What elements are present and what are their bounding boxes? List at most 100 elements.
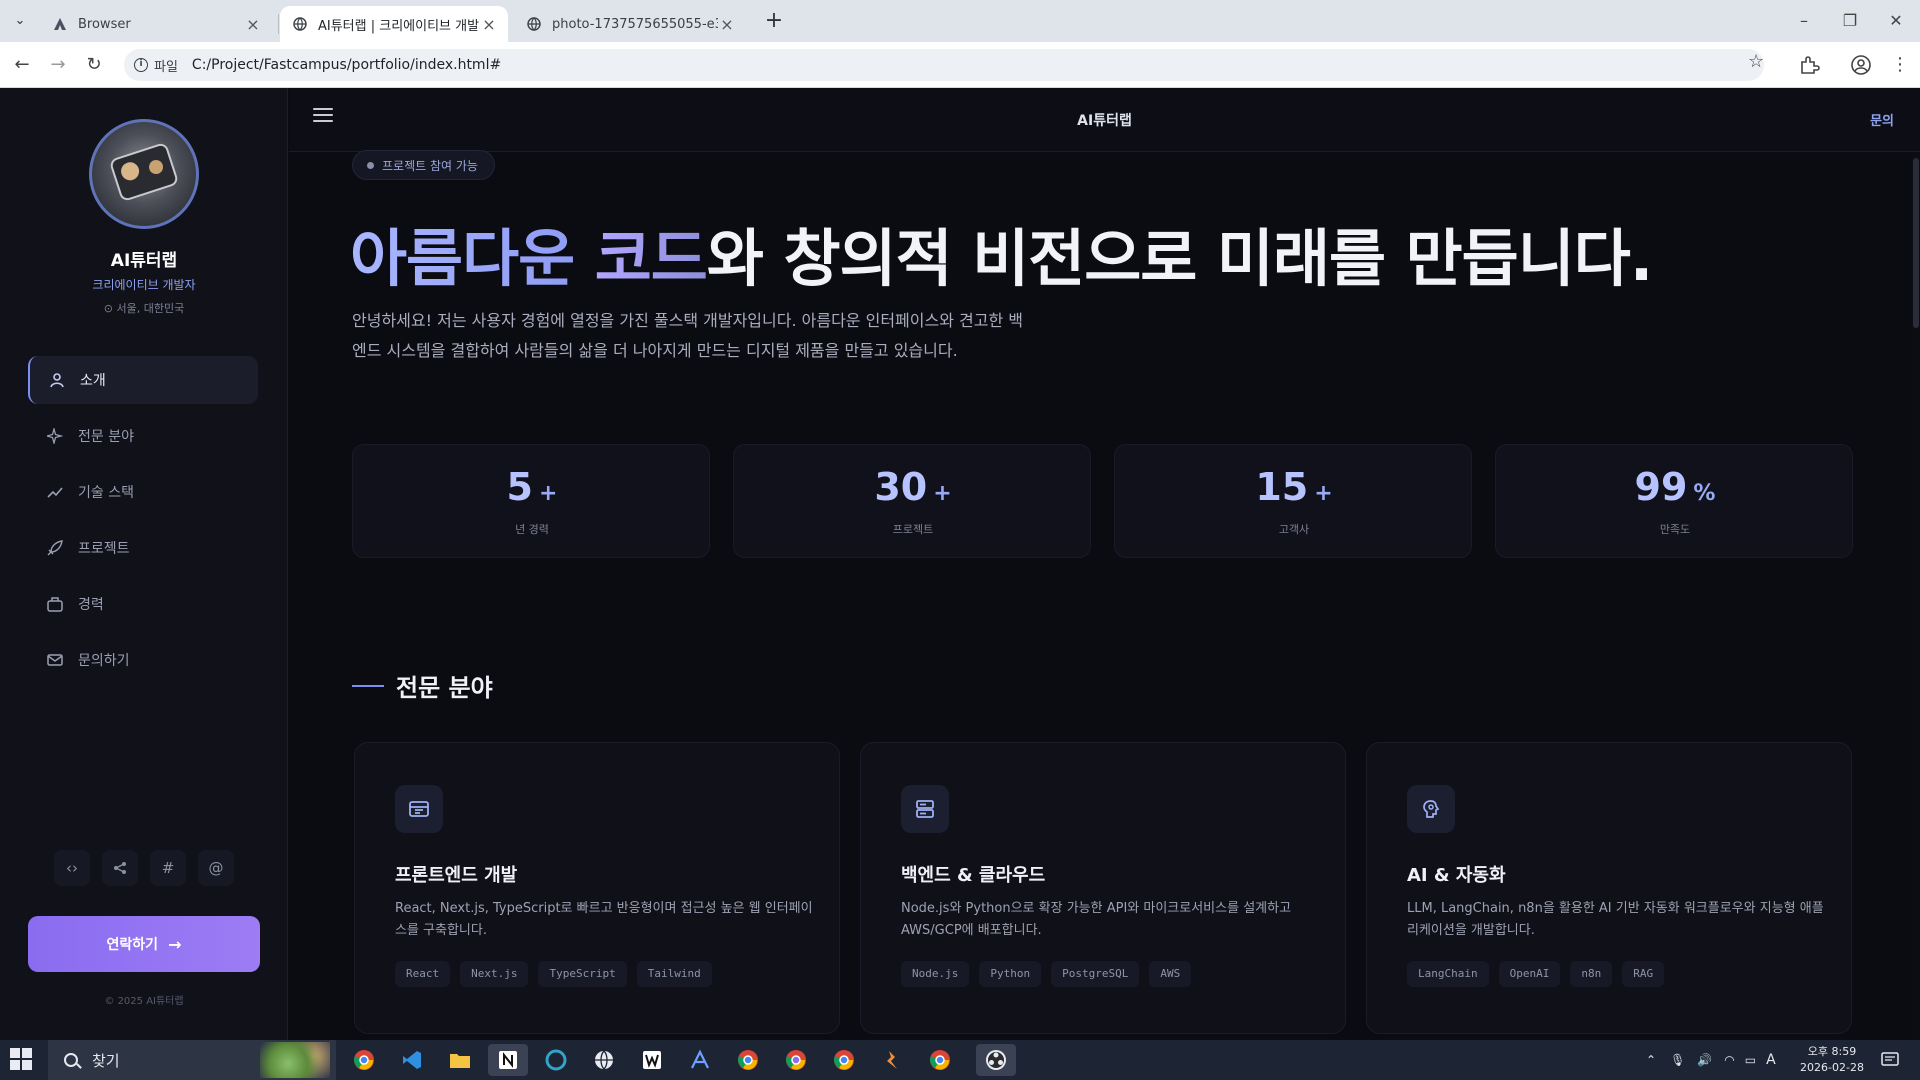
stat-label: 고객사 <box>1278 523 1310 536</box>
stat-label: 년 경력 <box>515 523 549 536</box>
site-info-button[interactable]: i 파일 <box>134 56 178 75</box>
notion-icon[interactable] <box>488 1044 528 1076</box>
globe-icon <box>292 16 308 32</box>
globe-icon <box>526 16 542 32</box>
stat-card-satisfaction: 99% 만족도 <box>1495 444 1853 558</box>
extensions-icon[interactable] <box>1798 54 1820 76</box>
hero-heading: 아름다운 코드와 창의적 비전으로 미래를 만듭니다. <box>350 222 1653 295</box>
reload-icon[interactable]: ↻ <box>80 51 108 79</box>
sidebar-item-contact[interactable]: 문의하기 <box>28 636 258 684</box>
card-title: 프론트엔드 개발 <box>395 865 518 886</box>
stat-value: 5 <box>506 465 533 509</box>
taskbar-clock[interactable]: 오후 8:59 2026-02-28 <box>1792 1044 1872 1076</box>
a-app-icon[interactable] <box>680 1044 720 1076</box>
chrome-icon[interactable] <box>824 1044 864 1076</box>
w-app-icon[interactable] <box>632 1044 672 1076</box>
profile-icon[interactable] <box>1850 54 1872 76</box>
status-dot-icon <box>367 161 374 169</box>
tag: Python <box>979 961 1042 987</box>
profile-name: AI튜터랩 <box>110 251 178 271</box>
expertise-card-ai: AI & 자동화 LLM, LangChain, n8n을 활용한 AI 기반 … <box>1366 742 1852 1034</box>
section-heading-expertise: 전문 분야 <box>352 668 493 703</box>
wifi-icon[interactable]: ◠ <box>1724 1053 1734 1067</box>
tab-portfolio[interactable]: AI튜터랩 | 크리에이티브 개발자 × <box>280 6 508 42</box>
volume-icon[interactable]: 🔊 <box>1697 1053 1712 1067</box>
url-field[interactable]: i 파일 C:/Project/Fastcampus/portfolio/ind… <box>124 49 1764 81</box>
file-explorer-icon[interactable] <box>440 1044 480 1076</box>
display-icon[interactable]: ▭ <box>1745 1053 1756 1067</box>
notification-icon[interactable] <box>1880 1040 1900 1080</box>
tag: TypeScript <box>538 961 627 987</box>
chrome-icon[interactable] <box>344 1044 384 1076</box>
tab-photo[interactable]: photo-1737575655055-e3967... × <box>514 6 746 42</box>
close-tab-icon[interactable]: × <box>480 15 498 34</box>
expertise-card-backend: 백엔드 & 클라우드 Node.js와 Python으로 확장 가능한 API와… <box>860 742 1346 1034</box>
card-description: LLM, LangChain, n8n을 활용한 AI 기반 자동화 워크플로우… <box>1407 901 1824 938</box>
windows-start-icon[interactable] <box>10 1048 34 1072</box>
bookmark-star-icon[interactable]: ☆ <box>1748 51 1764 72</box>
code-icon[interactable]: ‹› <box>54 850 90 886</box>
system-tray: ⌃ 🎙 🔊 ◠ ▭ A <box>1646 1040 1776 1080</box>
tag: Next.js <box>460 961 529 987</box>
obs-icon[interactable] <box>976 1044 1016 1076</box>
tag: Node.js <box>901 961 970 987</box>
address-bar: ← → ↻ i 파일 C:/Project/Fastcampus/portfol… <box>0 42 1920 88</box>
tab-divider <box>278 14 279 34</box>
tag: PostgreSQL <box>1051 961 1140 987</box>
globe-app-icon[interactable] <box>584 1044 624 1076</box>
layout-icon <box>395 785 443 833</box>
close-window-button[interactable]: ✕ <box>1876 8 1916 34</box>
edge-icon[interactable] <box>536 1044 576 1076</box>
chrome-profile-icon[interactable] <box>920 1044 960 1076</box>
forward-arrow-icon[interactable]: → <box>44 51 72 79</box>
sidebar-item-skills[interactable]: 기술 스택 <box>28 468 258 516</box>
chrome-profile-icon[interactable] <box>776 1044 816 1076</box>
trend-chart-icon <box>46 483 64 501</box>
tab-search-button[interactable]: ⌄ <box>8 10 32 32</box>
profile-role: 크리에이티브 개발자 <box>92 278 196 292</box>
sidebar-item-about[interactable]: 소개 <box>28 356 258 404</box>
microphone-icon[interactable]: 🎙 <box>1670 1053 1685 1067</box>
taskbar-search[interactable]: 찾기 <box>48 1040 336 1080</box>
sidebar-item-expertise[interactable]: 전문 분야 <box>28 412 258 460</box>
vscode-icon[interactable] <box>392 1044 432 1076</box>
sidebar-item-career[interactable]: 경력 <box>28 580 258 628</box>
tag: OpenAI <box>1498 961 1561 987</box>
card-title: 백엔드 & 클라우드 <box>901 865 1046 886</box>
ime-indicator[interactable]: A <box>1766 1052 1776 1068</box>
new-tab-button[interactable]: + <box>760 8 788 36</box>
rocket-icon <box>46 539 64 557</box>
arrow-right-icon: → <box>168 934 182 954</box>
minimize-button[interactable]: – <box>1784 8 1824 34</box>
back-arrow-icon[interactable]: ← <box>8 51 36 79</box>
header-contact-link[interactable]: 문의 <box>1870 110 1894 129</box>
tag: LangChain <box>1407 961 1489 987</box>
close-tab-icon[interactable]: × <box>718 15 736 34</box>
restore-button[interactable]: ❐ <box>1830 8 1870 34</box>
mail-icon <box>46 651 64 669</box>
availability-badge: 프로젝트 참여 가능 <box>352 150 495 180</box>
search-icon <box>64 1053 78 1067</box>
header-title: AI튜터랩 <box>1077 113 1132 129</box>
hash-icon[interactable]: # <box>150 850 186 886</box>
tab-browser[interactable]: Browser × <box>40 6 272 42</box>
contact-button[interactable]: 연락하기 → <box>28 916 260 972</box>
share-icon[interactable] <box>102 850 138 886</box>
tray-overflow-chevron-icon[interactable]: ⌃ <box>1646 1053 1656 1067</box>
chrome-profile-icon[interactable] <box>728 1044 768 1076</box>
stat-label: 프로젝트 <box>892 523 934 536</box>
more-menu-icon[interactable]: ⋮ <box>1886 51 1914 79</box>
pinned-app-icon[interactable] <box>872 1044 912 1076</box>
stat-card-projects: 30 + 프로젝트 <box>733 444 1091 558</box>
at-icon[interactable]: @ <box>198 850 234 886</box>
avatar <box>89 119 199 229</box>
tag: React <box>395 961 451 987</box>
url-text: C:/Project/Fastcampus/portfolio/index.ht… <box>191 57 502 73</box>
scrollbar-thumb[interactable] <box>1913 158 1919 328</box>
close-tab-icon[interactable]: × <box>244 15 262 34</box>
copyright: © 2025 AI튜터랩 <box>104 996 184 1007</box>
brain-icon <box>1407 785 1455 833</box>
sidebar-item-projects[interactable]: 프로젝트 <box>28 524 258 572</box>
stat-value: 30 <box>874 465 928 509</box>
tag: AWS <box>1149 961 1192 987</box>
